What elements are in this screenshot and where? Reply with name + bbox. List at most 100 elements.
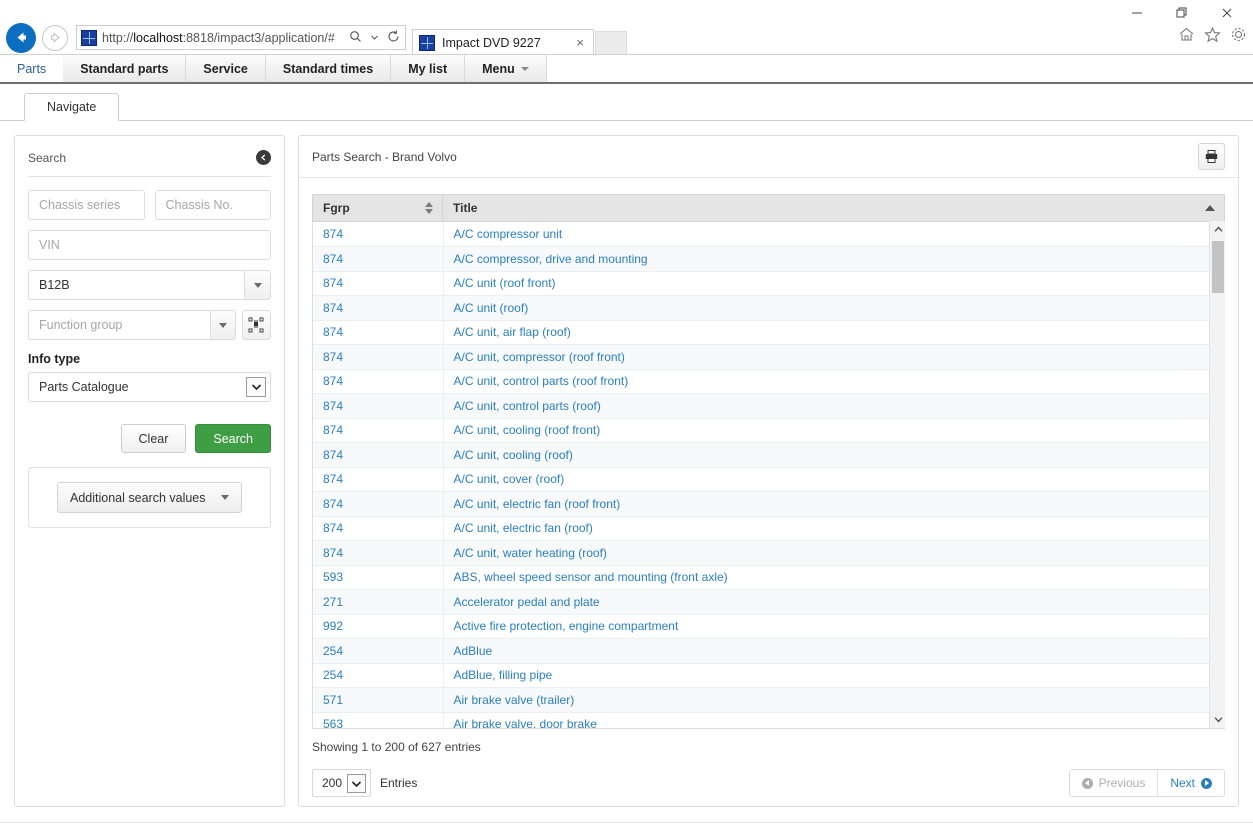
function-group-dropdown-button[interactable]	[209, 310, 236, 340]
table-row[interactable]: 874 A/C unit, control parts (roof front)	[313, 369, 1224, 394]
cell-fgrp[interactable]: 874	[313, 222, 444, 247]
table-row[interactable]: 874 A/C unit, air flap (roof)	[313, 320, 1224, 345]
cell-title[interactable]: Active fire protection, engine compartme…	[443, 614, 1224, 639]
cell-title[interactable]: A/C unit, cooling (roof)	[443, 442, 1224, 468]
cell-title[interactable]: A/C unit, electric fan (roof)	[443, 516, 1224, 541]
next-page-button[interactable]: Next	[1158, 770, 1224, 796]
cell-title[interactable]: A/C unit, compressor (roof front)	[443, 344, 1224, 370]
chevron-down-icon[interactable]	[366, 30, 382, 45]
info-type-select[interactable]	[28, 372, 271, 402]
cell-title[interactable]: A/C unit (roof front)	[443, 271, 1224, 296]
scroll-down-icon[interactable]	[1210, 711, 1226, 728]
cell-title[interactable]: A/C unit, control parts (roof front)	[443, 369, 1224, 394]
table-row[interactable]: 874 A/C unit, compressor (roof front)	[313, 344, 1224, 370]
new-tab-button[interactable]	[595, 31, 627, 55]
nav-item-parts[interactable]: Parts	[0, 55, 64, 82]
scroll-up-icon[interactable]	[1210, 221, 1226, 238]
model-input[interactable]	[28, 270, 245, 300]
function-group-tree-button[interactable]	[241, 310, 271, 340]
cell-title[interactable]: A/C unit, air flap (roof)	[443, 320, 1224, 345]
cell-title[interactable]: A/C compressor unit	[443, 222, 1224, 247]
cell-fgrp[interactable]: 563	[313, 712, 444, 728]
column-header-title[interactable]: Title	[442, 194, 1225, 222]
cell-title[interactable]: ABS, wheel speed sensor and mounting (fr…	[443, 565, 1224, 590]
table-row[interactable]: 874 A/C unit, electric fan (roof front)	[313, 491, 1224, 517]
close-icon[interactable]: ×	[573, 35, 587, 50]
cell-fgrp[interactable]: 874	[313, 295, 444, 321]
chevron-down-icon[interactable]	[246, 377, 266, 397]
cell-fgrp[interactable]: 874	[313, 516, 444, 541]
cell-fgrp[interactable]: 254	[313, 663, 444, 688]
model-dropdown-button[interactable]	[244, 270, 271, 300]
address-bar[interactable]: http://localhost:8818/impact3/applicatio…	[76, 25, 406, 50]
cell-fgrp[interactable]: 874	[313, 418, 444, 443]
cell-fgrp[interactable]: 874	[313, 320, 444, 345]
table-row[interactable]: 563 Air brake valve, door brake	[313, 712, 1224, 728]
table-row[interactable]: 874 A/C unit, water heating (roof)	[313, 540, 1224, 566]
table-row[interactable]: 874 A/C unit, cover (roof)	[313, 467, 1224, 492]
star-icon[interactable]	[1204, 26, 1221, 46]
cell-title[interactable]: Air brake valve, door brake	[443, 712, 1224, 728]
cell-fgrp[interactable]: 874	[313, 246, 444, 272]
table-row[interactable]: 874 A/C unit, cooling (roof front)	[313, 418, 1224, 443]
nav-item-standard-parts[interactable]: Standard parts	[63, 55, 187, 82]
home-icon[interactable]	[1178, 26, 1195, 46]
chevron-down-icon[interactable]	[347, 774, 366, 793]
table-row[interactable]: 593 ABS, wheel speed sensor and mounting …	[313, 565, 1224, 590]
cell-title[interactable]: A/C compressor, drive and mounting	[443, 246, 1224, 272]
cell-fgrp[interactable]: 874	[313, 491, 444, 517]
forward-arrow-icon[interactable]	[42, 24, 68, 51]
address-text[interactable]: http://localhost:8818/impact3/applicatio…	[102, 31, 347, 45]
table-row[interactable]: 992 Active fire protection, engine compar…	[313, 614, 1224, 639]
table-row[interactable]: 874 A/C compressor, drive and mounting	[313, 246, 1224, 272]
results-table-body-scroll[interactable]: 874 A/C compressor unit 874 A/C compressor,…	[312, 222, 1225, 729]
info-type-value[interactable]	[28, 372, 271, 402]
cell-title[interactable]: Air brake valve (trailer)	[443, 687, 1224, 713]
cell-title[interactable]: A/C unit, cover (roof)	[443, 467, 1224, 492]
table-row[interactable]: 571 Air brake valve (trailer)	[313, 687, 1224, 713]
table-row[interactable]: 874 A/C unit, electric fan (roof)	[313, 516, 1224, 541]
table-row[interactable]: 254 AdBlue, filling pipe	[313, 663, 1224, 688]
browser-tab[interactable]: Impact DVD 9227 ×	[412, 29, 594, 55]
additional-search-values-dropdown[interactable]: Additional search values	[57, 482, 242, 513]
table-row[interactable]: 874 A/C unit, control parts (roof)	[313, 393, 1224, 419]
cell-fgrp[interactable]: 874	[313, 540, 444, 566]
function-group-combo[interactable]	[28, 310, 236, 340]
cell-title[interactable]: A/C unit, cooling (roof front)	[443, 418, 1224, 443]
nav-item-service[interactable]: Service	[186, 55, 266, 82]
collapse-left-icon[interactable]	[256, 150, 271, 165]
nav-item-standard-times[interactable]: Standard times	[265, 55, 392, 82]
gear-icon[interactable]	[1230, 26, 1247, 46]
table-row[interactable]: 874 A/C unit (roof front)	[313, 271, 1224, 296]
nav-item-my-list[interactable]: My list	[391, 55, 466, 82]
table-row[interactable]: 254 AdBlue	[313, 638, 1224, 664]
function-group-input[interactable]	[28, 310, 210, 340]
column-header-fgrp[interactable]: Fgrp	[312, 194, 443, 222]
print-button[interactable]	[1198, 143, 1225, 170]
cell-title[interactable]: A/C unit, water heating (roof)	[443, 540, 1224, 566]
cell-fgrp[interactable]: 271	[313, 589, 444, 615]
cell-fgrp[interactable]: 593	[313, 565, 444, 590]
cell-title[interactable]: Accelerator pedal and plate	[443, 589, 1224, 615]
cell-fgrp[interactable]: 874	[313, 393, 444, 419]
magnifier-icon[interactable]	[347, 30, 363, 46]
clear-button[interactable]: Clear	[120, 424, 187, 453]
search-button[interactable]: Search	[195, 424, 271, 453]
cell-title[interactable]: A/C unit, electric fan (roof front)	[443, 491, 1224, 517]
table-row[interactable]: 874 A/C compressor unit	[313, 222, 1224, 247]
cell-title[interactable]: AdBlue, filling pipe	[443, 663, 1224, 688]
tab-navigate[interactable]: Navigate	[24, 93, 120, 121]
results-vertical-scrollbar[interactable]	[1209, 221, 1225, 728]
cell-fgrp[interactable]: 571	[313, 687, 444, 713]
cell-fgrp[interactable]: 874	[313, 442, 444, 468]
nav-item-menu[interactable]: Menu	[465, 55, 547, 82]
chassis-no-input[interactable]	[154, 190, 271, 220]
entries-per-page-select[interactable]: 200	[312, 769, 371, 797]
cell-fgrp[interactable]: 874	[313, 344, 444, 370]
vin-input[interactable]	[28, 230, 271, 260]
cell-fgrp[interactable]: 992	[313, 614, 444, 639]
table-row[interactable]: 874 A/C unit (roof)	[313, 295, 1224, 321]
cell-fgrp[interactable]: 874	[313, 271, 444, 296]
model-combo[interactable]	[28, 270, 271, 300]
cell-fgrp[interactable]: 874	[313, 369, 444, 394]
